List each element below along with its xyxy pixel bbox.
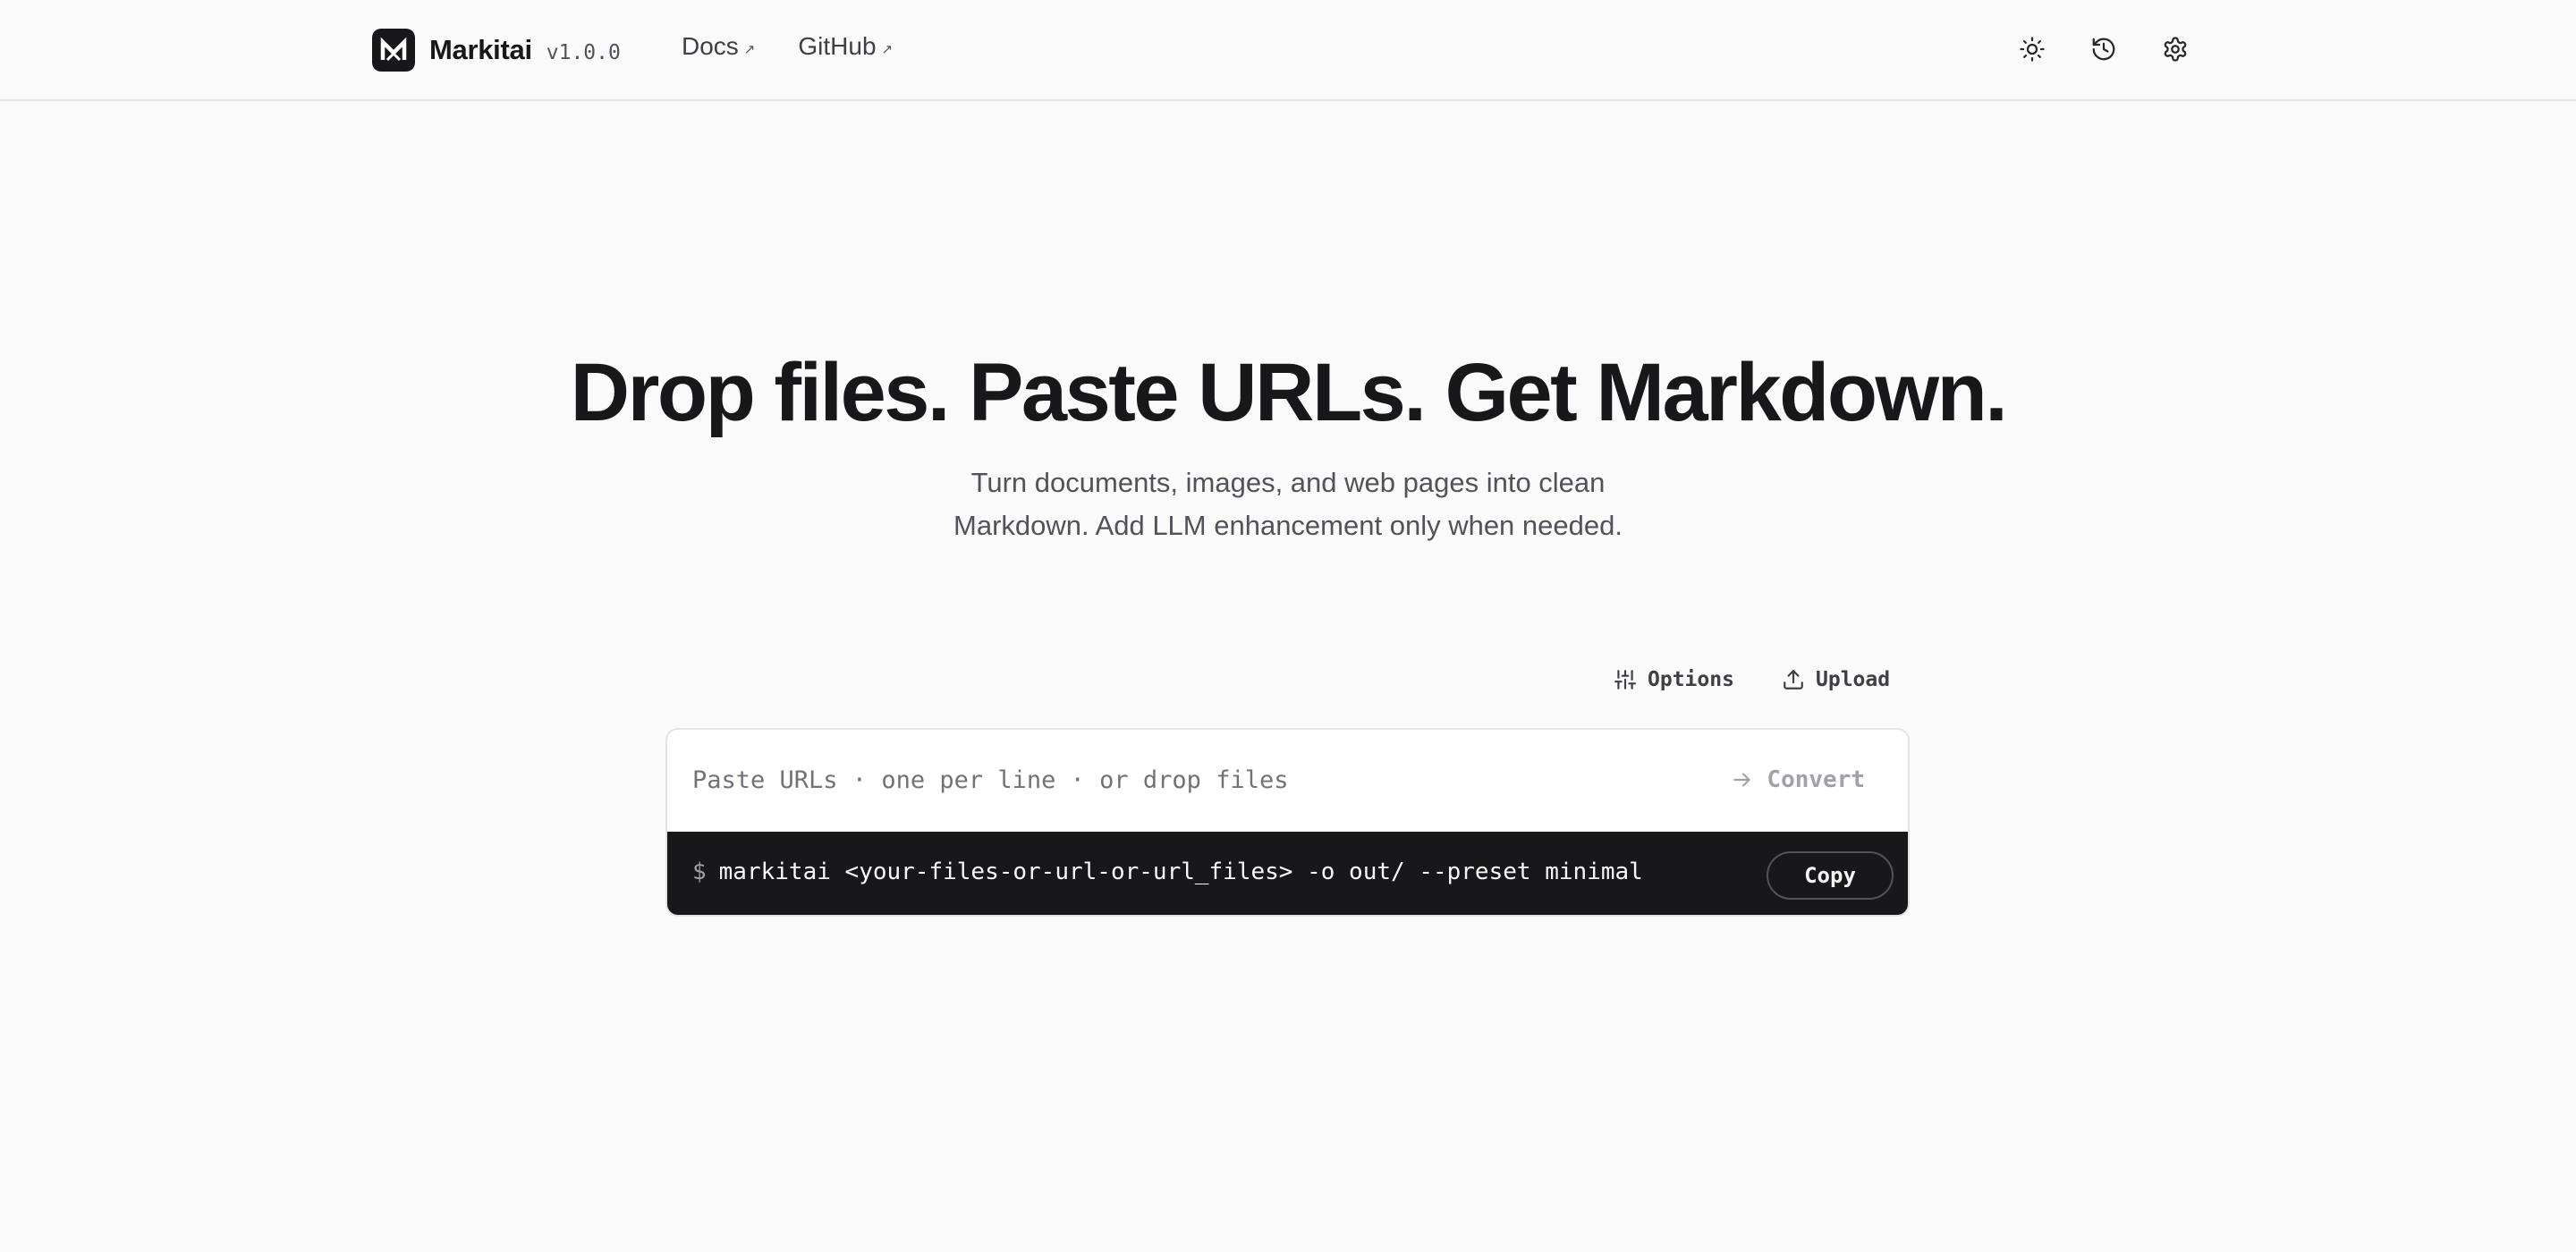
options-button[interactable]: Options	[1614, 664, 1734, 696]
convert-button[interactable]: Convert	[1731, 762, 1865, 798]
primary-nav: Docs ↗ GitHub ↗	[682, 32, 893, 61]
upload-button[interactable]: Upload	[1782, 664, 1890, 696]
external-link-icon: ↗	[881, 42, 894, 57]
nav-link-docs[interactable]: Docs ↗	[682, 32, 755, 61]
settings-button[interactable]	[2156, 30, 2195, 69]
brand-name: Markitai	[429, 34, 532, 65]
nav-link-label: Docs	[682, 32, 739, 60]
cli-prompt: $	[692, 859, 707, 885]
cli-command: $ markitai <your-files-or-url-or-url_file…	[692, 859, 1643, 885]
url-input[interactable]	[692, 757, 1721, 803]
url-input-row: Convert	[667, 730, 1908, 832]
top-navigation-bar: Markitai v1.0.0 Docs ↗ GitHub ↗	[0, 0, 2576, 101]
hero-subtitle-line: Turn documents, images, and web pages in…	[970, 467, 1606, 498]
history-button[interactable]	[2084, 30, 2123, 69]
options-label: Options	[1648, 668, 1734, 691]
upload-icon	[1784, 670, 1803, 689]
hero-subtitle: Turn documents, images, and web pages in…	[894, 461, 1682, 547]
sliders-icon	[1614, 670, 1636, 689]
copy-button[interactable]: Copy	[1767, 851, 1894, 900]
external-link-icon: ↗	[743, 42, 756, 57]
history-icon	[2092, 38, 2115, 61]
hero-subtitle-line: Markdown. Add LLM enhancement only when …	[953, 510, 1623, 541]
sun-icon	[2020, 37, 2045, 62]
theme-toggle-button[interactable]	[2012, 30, 2052, 69]
markitai-logo-icon	[372, 29, 415, 72]
cli-command-bar: $ markitai <your-files-or-url-or-url_file…	[667, 832, 1908, 915]
cli-command-text: markitai <your-files-or-url-or-url_files…	[718, 859, 1643, 885]
gear-icon	[2164, 37, 2187, 62]
nav-link-github[interactable]: GitHub ↗	[798, 32, 893, 61]
hero-title: Drop files. Paste URLs. Get Markdown.	[570, 347, 2008, 438]
brand[interactable]: Markitai v1.0.0	[372, 28, 621, 72]
nav-link-label: GitHub	[798, 32, 877, 60]
upload-label: Upload	[1816, 668, 1891, 691]
converter-card: Convert $ markitai <your-files-or-url-or-…	[665, 728, 1910, 917]
arrow-right-icon	[1733, 773, 1751, 787]
convert-label: Convert	[1767, 766, 1865, 793]
version-label: v1.0.0	[546, 41, 621, 64]
